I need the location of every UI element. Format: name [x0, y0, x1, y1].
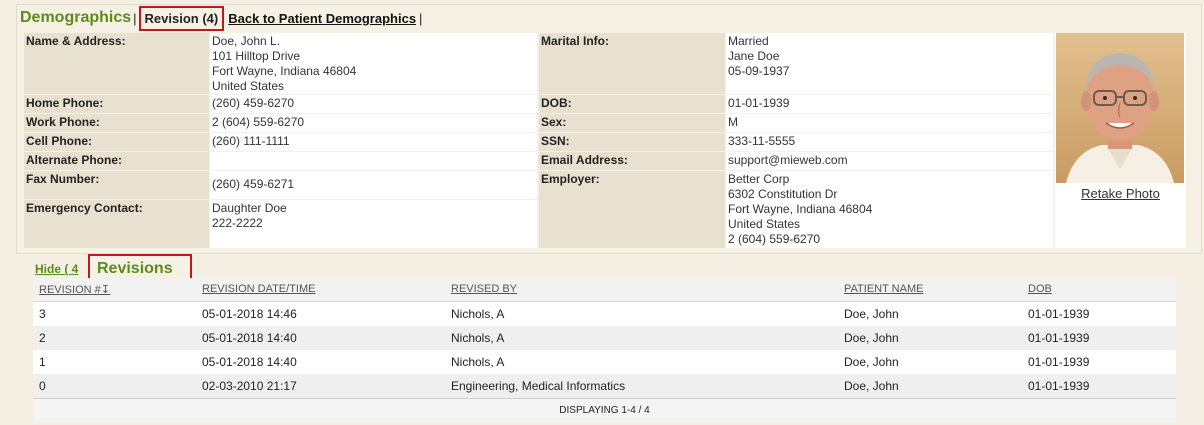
home-phone-label: Home Phone:: [24, 95, 209, 113]
page-title: Demographics: [20, 9, 132, 26]
cell-dob: 01-01-1939: [1028, 307, 1090, 321]
heading-separator-tail: |: [419, 10, 423, 26]
cell-revision: 3: [39, 307, 46, 321]
cell-patient-name: Doe, John: [844, 307, 899, 321]
cell-phone-label: Cell Phone:: [24, 133, 209, 151]
alternate-phone-value: [210, 152, 537, 170]
table-row[interactable]: 3 05-01-2018 14:46 Nichols, A Doe, John …: [33, 302, 1176, 326]
col-patient-name[interactable]: PATIENT NAME: [844, 283, 923, 295]
fax-number-value: (260) 459-6271: [210, 171, 537, 199]
alternate-phone-label: Alternate Phone:: [24, 152, 209, 170]
employer-value: Better Corp 6302 Constitution Dr Fort Wa…: [726, 171, 1053, 248]
revision-tab[interactable]: Revision (4): [138, 5, 225, 31]
name-address-value: Doe, John L. 101 Hilltop Drive Fort Wayn…: [210, 33, 537, 94]
cell-revised-by: Nichols, A: [451, 307, 505, 321]
revisions-table-header: REVISION #↧ REVISION DATE/TIME REVISED B…: [33, 278, 1176, 302]
cell-phone-value: (260) 111-1111: [210, 133, 537, 151]
back-to-demographics-link[interactable]: Back to Patient Demographics: [228, 11, 416, 26]
cell-revision: 1: [39, 355, 46, 369]
spouse-dob: 05-09-1937: [728, 64, 790, 78]
home-phone-value: (260) 459-6270: [210, 95, 537, 113]
dob-value: 01-01-1939: [726, 95, 1053, 113]
email-value: support@mieweb.com: [726, 152, 1053, 170]
cell-dob: 01-01-1939: [1028, 355, 1090, 369]
cell-datetime: 02-03-2010 21:17: [202, 379, 297, 393]
employer-city: Fort Wayne, Indiana 46804: [728, 202, 873, 216]
ssn-label: SSN:: [539, 133, 725, 151]
employer-label: Employer:: [539, 171, 725, 248]
cell-dob: 01-01-1939: [1028, 331, 1090, 345]
sort-desc-icon: ↧: [100, 284, 110, 296]
cell-revised-by: Nichols, A: [451, 355, 505, 369]
sex-label: Sex:: [539, 114, 725, 132]
employer-name: Better Corp: [728, 172, 790, 186]
work-phone-value: 2 (604) 559-6270: [210, 114, 537, 132]
employer-phone: 2 (604) 559-6270: [728, 232, 821, 246]
retake-photo-link[interactable]: Retake Photo: [1055, 186, 1186, 201]
marital-info-label: Marital Info:: [539, 33, 725, 94]
patient-street: 101 Hilltop Drive: [212, 49, 301, 63]
table-row[interactable]: 1 05-01-2018 14:40 Nichols, A Doe, John …: [33, 350, 1176, 374]
cell-dob: 01-01-1939: [1028, 379, 1090, 393]
col-revised-by[interactable]: REVISED BY: [451, 283, 517, 295]
col-revision-datetime[interactable]: REVISION DATE/TIME: [202, 283, 315, 295]
spouse-name: Jane Doe: [728, 49, 780, 63]
cell-datetime: 05-01-2018 14:40: [202, 331, 297, 345]
work-phone-label: Work Phone:: [24, 114, 209, 132]
patient-name: Doe, John L.: [212, 34, 281, 48]
emergency-contact-value: Daughter Doe 222-2222: [210, 200, 537, 248]
sex-value: M: [726, 114, 1053, 132]
patient-country: United States: [212, 79, 285, 93]
emergency-contact-name: Daughter Doe: [212, 201, 287, 215]
hide-revisions-link[interactable]: Hide ( 4: [35, 262, 78, 276]
cell-datetime: 05-01-2018 14:40: [202, 355, 297, 369]
cell-patient-name: Doe, John: [844, 379, 899, 393]
cell-patient-name: Doe, John: [844, 355, 899, 369]
emergency-contact-phone: 222-2222: [212, 216, 263, 230]
patient-photo-image: [1056, 33, 1184, 183]
ssn-value: 333-11-5555: [726, 133, 1053, 151]
employer-street: 6302 Constitution Dr: [728, 187, 838, 201]
patient-city: Fort Wayne, Indiana 46804: [212, 64, 357, 78]
table-row[interactable]: 2 05-01-2018 14:40 Nichols, A Doe, John …: [33, 326, 1176, 350]
revisions-table: REVISION #↧ REVISION DATE/TIME REVISED B…: [33, 278, 1176, 422]
page-heading: Demographics | Revision (4) Back to Pati…: [20, 5, 423, 31]
cell-revision: 0: [39, 379, 46, 393]
cell-datetime: 05-01-2018 14:46: [202, 307, 297, 321]
patient-photo-box: Retake Photo: [1055, 33, 1186, 248]
heading-separator: |: [133, 10, 137, 26]
fax-number-label: Fax Number:: [24, 171, 209, 199]
patient-photo: [1056, 33, 1184, 183]
col-revision-number-label: REVISION #: [39, 284, 101, 296]
table-row[interactable]: 0 02-03-2010 21:17 Engineering, Medical …: [33, 374, 1176, 398]
pagination-status: DISPLAYING 1-4 / 4: [33, 398, 1176, 422]
cell-revision: 2: [39, 331, 46, 345]
dob-label: DOB:: [539, 95, 725, 113]
name-address-label: Name & Address:: [24, 33, 209, 94]
marital-status: Married: [728, 34, 769, 48]
emergency-contact-label: Emergency Contact:: [24, 200, 209, 248]
email-label: Email Address:: [539, 152, 725, 170]
marital-info-value: Married Jane Doe 05-09-1937: [726, 33, 1053, 94]
employer-country: United States: [728, 217, 801, 231]
col-dob[interactable]: DOB: [1028, 283, 1052, 295]
cell-patient-name: Doe, John: [844, 331, 899, 345]
cell-revised-by: Nichols, A: [451, 331, 505, 345]
col-revision-number[interactable]: REVISION #↧: [39, 283, 110, 296]
cell-revised-by: Engineering, Medical Informatics: [451, 379, 626, 393]
